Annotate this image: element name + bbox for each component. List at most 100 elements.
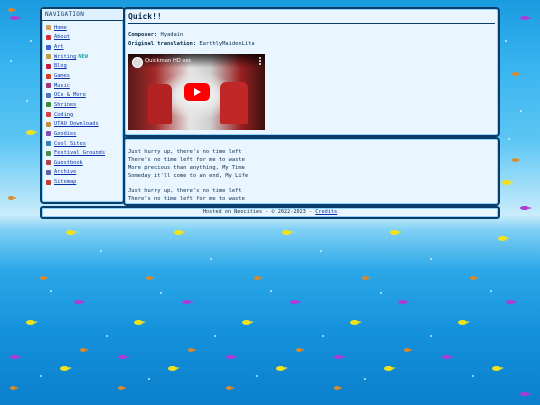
fish-icon: [362, 276, 371, 280]
video-title[interactable]: Quickman HD ver.: [145, 58, 192, 64]
nav-item-cool-sites[interactable]: Cool Sites: [46, 139, 123, 149]
fish-icon: [520, 392, 532, 396]
nav-item-label[interactable]: Coding: [54, 112, 73, 118]
nav-item-label[interactable]: Guestbook: [54, 160, 83, 166]
lyrics-panel[interactable]: Just hurry up, there's no time left Ther…: [123, 137, 500, 206]
fish-icon: [8, 8, 17, 12]
footer-text: Hosted on Neocities - © 2022-2023 - Cred…: [42, 209, 498, 215]
fish-icon: [334, 355, 346, 359]
video-embed[interactable]: Quickman HD ver.: [128, 54, 265, 130]
bubble: [210, 258, 212, 260]
bubble: [50, 290, 52, 292]
translation-label: Original translation:: [128, 41, 197, 47]
fish-icon: [512, 158, 521, 162]
nav-item-festival[interactable]: Festival Grounds: [46, 148, 123, 158]
bubble: [106, 335, 108, 337]
fish-icon: [442, 355, 454, 359]
nav-item-label[interactable]: Goodies: [54, 131, 76, 137]
fish-icon: [10, 355, 22, 359]
more-options-icon[interactable]: [259, 57, 261, 65]
nav-item-label[interactable]: Blog: [54, 63, 67, 69]
bubble: [270, 290, 272, 292]
fish-icon: [10, 386, 19, 390]
lyric-line: There's no time left for me to waste: [128, 157, 245, 163]
nav-item-label[interactable]: UTAU Downloads: [54, 121, 99, 127]
nav-item-label[interactable]: Writing: [54, 54, 76, 60]
fish-icon: [174, 230, 186, 235]
channel-avatar[interactable]: [132, 57, 143, 68]
fish-icon: [146, 276, 155, 280]
bubble: [256, 375, 258, 377]
fish-icon: [66, 230, 78, 235]
fish-icon: [404, 348, 413, 352]
bubble: [364, 378, 366, 380]
nav-item-label[interactable]: OCs & More: [54, 92, 86, 98]
title-divider: [128, 23, 495, 24]
fish-icon: [498, 236, 510, 241]
bubble: [148, 378, 150, 380]
nav-item-utau[interactable]: UTAU Downloads: [46, 119, 123, 129]
pencil-icon: [46, 25, 51, 31]
nav-item-label[interactable]: Art: [54, 44, 64, 50]
nav-item-goodies[interactable]: Goodies: [46, 129, 123, 139]
tent-icon: [46, 150, 51, 156]
nav-item-label[interactable]: Sitemap: [54, 179, 76, 185]
fish-icon: [118, 355, 130, 359]
fish-icon: [26, 130, 38, 135]
fish-icon: [492, 366, 504, 371]
nav-item-label[interactable]: Games: [54, 73, 70, 79]
bubble: [505, 40, 507, 42]
star-icon: [46, 34, 51, 40]
fish-icon: [520, 206, 532, 210]
nav-item-home[interactable]: Home: [46, 23, 123, 33]
bubble: [322, 335, 324, 337]
play-button[interactable]: [184, 83, 210, 101]
nav-item-coding[interactable]: Coding: [46, 110, 123, 120]
nav-item-guestbook[interactable]: Guestbook: [46, 158, 123, 168]
lyric-line: More precious than anything, My Time: [128, 165, 245, 171]
nav-item-label[interactable]: Cool Sites: [54, 141, 86, 147]
bubble: [26, 100, 28, 102]
song-info-panel: Quick!! Composer: Hyadain Original trans…: [123, 7, 500, 137]
stanza-gap: [128, 180, 248, 187]
bubble: [430, 335, 432, 337]
nav-item-label[interactable]: About: [54, 34, 70, 40]
nav-item-label[interactable]: Shrines: [54, 102, 76, 108]
fish-icon: [74, 300, 86, 304]
nav-item-archive[interactable]: Archive: [46, 168, 123, 178]
nav-item-writing[interactable]: Writing NEW: [46, 52, 123, 62]
nav-item-label[interactable]: Home: [54, 25, 67, 31]
fish-icon: [118, 386, 127, 390]
song-meta: Composer: Hyadain Original translation: …: [128, 31, 255, 49]
bubble: [40, 375, 42, 377]
code-icon: [46, 112, 51, 118]
composer-label: Composer:: [128, 32, 158, 38]
fish-icon: [334, 386, 343, 390]
fish-icon: [520, 16, 532, 20]
fish-icon: [506, 300, 518, 304]
fish-icon: [276, 366, 288, 371]
nav-item-label[interactable]: Archive: [54, 169, 76, 175]
map-icon: [46, 179, 51, 185]
nav-item-about[interactable]: About: [46, 33, 123, 43]
fish-icon: [350, 320, 362, 325]
bubble: [430, 258, 432, 260]
credits-link[interactable]: Credits: [315, 209, 337, 215]
nav-item-music[interactable]: Music: [46, 81, 123, 91]
lyric-line: Someday it'll come to an end, My Life: [128, 173, 249, 179]
fish-icon: [168, 366, 180, 371]
video-thumbnail-figure: [220, 82, 248, 124]
nav-item-label[interactable]: Festival Grounds: [54, 150, 105, 156]
nav-item-art[interactable]: Art: [46, 42, 123, 52]
fish-icon: [390, 230, 402, 235]
nav-item-ocs[interactable]: OCs & More: [46, 90, 123, 100]
heart-icon: [46, 63, 51, 69]
composer-value: Hyadain: [160, 32, 184, 38]
nav-item-sitemap[interactable]: Sitemap: [46, 177, 123, 187]
nav-item-shrines[interactable]: Shrines: [46, 100, 123, 110]
nav-item-label[interactable]: Music: [54, 83, 70, 89]
footer: Hosted on Neocities - © 2022-2023 - Cred…: [40, 206, 500, 219]
nav-item-games[interactable]: Games: [46, 71, 123, 81]
video-thumbnail-figure: [148, 84, 172, 124]
nav-item-blog[interactable]: Blog: [46, 62, 123, 72]
